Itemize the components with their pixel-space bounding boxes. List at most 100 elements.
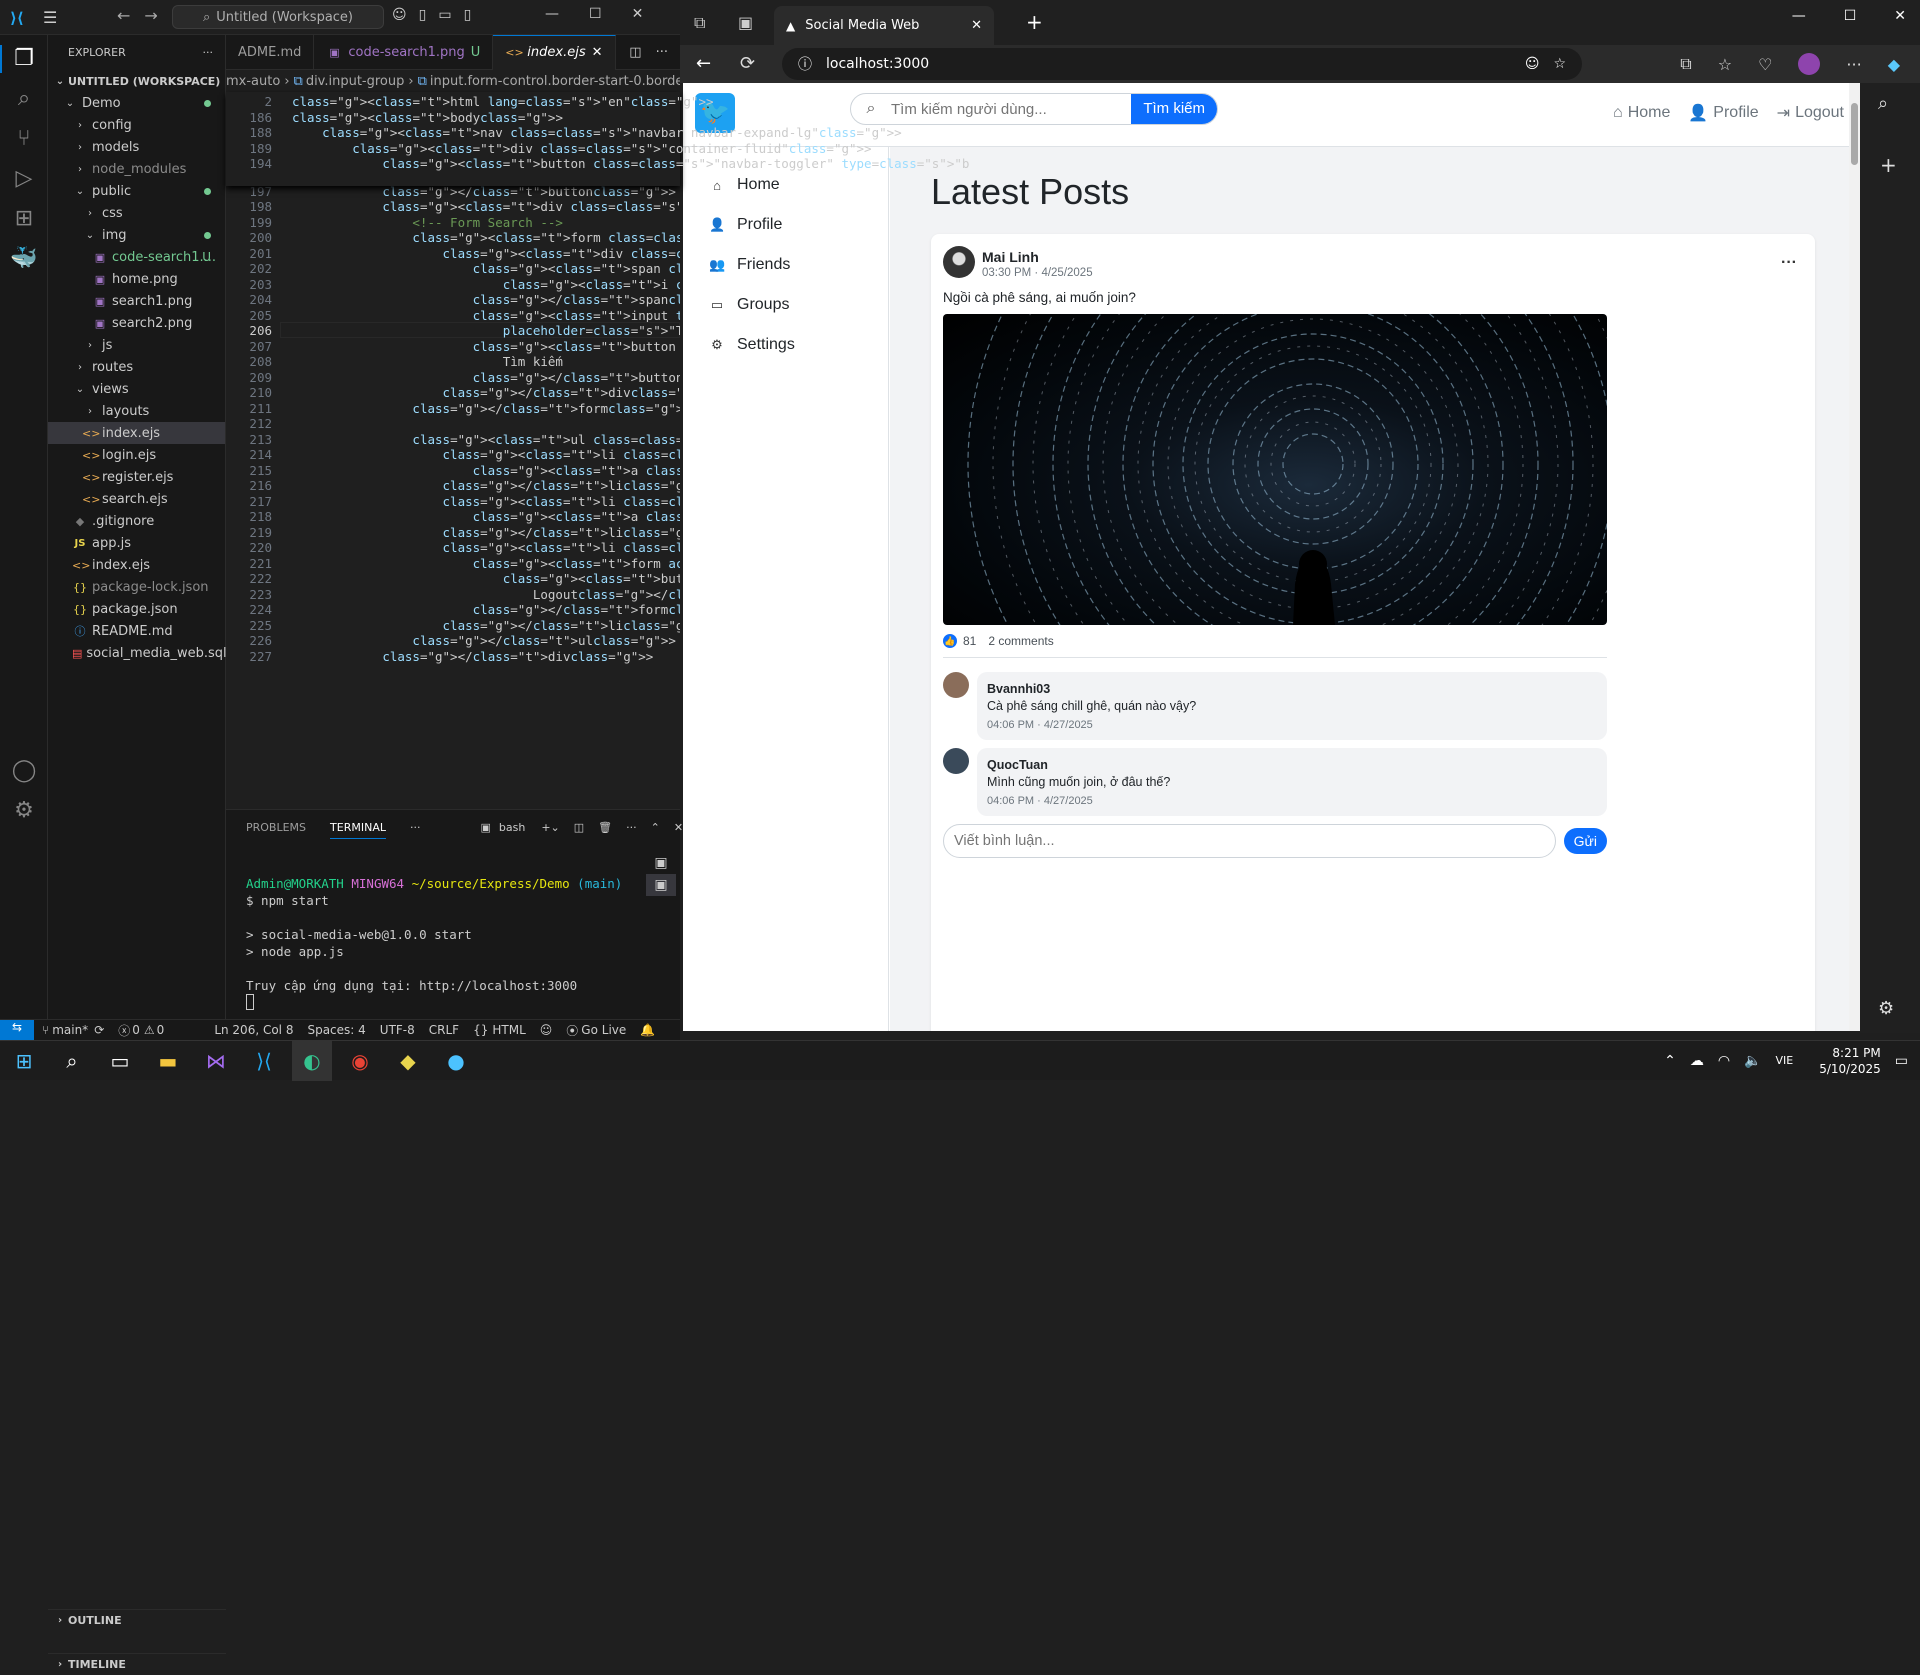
plus-icon[interactable]: +⌄: [541, 821, 559, 834]
docker-icon[interactable]: 🐳: [10, 245, 38, 273]
folder-item[interactable]: ⌄ img: [48, 224, 225, 246]
like-icon[interactable]: 👍: [943, 634, 957, 648]
close-icon[interactable]: ✕: [592, 45, 603, 60]
copilot-icon[interactable]: ☺: [540, 1023, 553, 1037]
maximize-icon[interactable]: ☐: [589, 6, 602, 22]
indentation[interactable]: Spaces: 4: [307, 1023, 365, 1037]
sidebar-item-profile[interactable]: 👤 Profile: [683, 205, 888, 245]
terminal-shell-label[interactable]: bash: [499, 821, 525, 834]
chevron-up-icon[interactable]: ⌃: [651, 821, 660, 834]
source-control-icon[interactable]: ⑂: [10, 125, 38, 153]
chevron-up-icon[interactable]: ⌃: [1664, 1053, 1676, 1069]
tab-terminal[interactable]: TERMINAL: [330, 821, 386, 839]
more-actions-icon[interactable]: ···: [410, 821, 421, 834]
file-item[interactable]: ▣ home.png: [48, 268, 225, 290]
comment-author[interactable]: QuocTuan: [987, 758, 1597, 772]
avatar[interactable]: [943, 246, 975, 278]
address-bar[interactable]: ⓘ localhost:3000 ☺ ☆: [782, 48, 1582, 80]
file-item[interactable]: <> search.ejs: [48, 488, 225, 510]
cursor-position[interactable]: Ln 206, Col 8: [214, 1023, 293, 1037]
file-item[interactable]: <> index.ejs: [48, 554, 225, 576]
file-item[interactable]: {} package-lock.json: [48, 576, 225, 598]
refresh-icon[interactable]: ⟳: [740, 53, 755, 74]
folder-item[interactable]: › css: [48, 202, 225, 224]
tab-problems[interactable]: PROBLEMS: [246, 821, 306, 834]
comment-author[interactable]: Bvannhi03: [987, 682, 1597, 696]
file-item[interactable]: ▤ social_media_web.sql: [48, 642, 227, 664]
branch-label[interactable]: main*: [52, 1023, 88, 1037]
outline-section[interactable]: › OUTLINE: [48, 1609, 226, 1631]
split-terminal-icon[interactable]: ◫: [574, 821, 584, 834]
file-item[interactable]: ▣ search1.png: [48, 290, 225, 312]
close-icon[interactable]: ✕: [632, 6, 644, 22]
split-editor-icon[interactable]: ◫: [629, 45, 641, 60]
file-item[interactable]: {} package.json: [48, 598, 225, 620]
sidebar-item-home[interactable]: ⌂ Home: [683, 165, 888, 205]
post-image[interactable]: [943, 314, 1607, 625]
extensions-icon[interactable]: ⧉: [1680, 54, 1691, 74]
command-center[interactable]: ⌕ Untitled (Workspace): [172, 5, 384, 29]
add-icon[interactable]: +: [1880, 153, 1897, 177]
visual-studio-icon[interactable]: ⋈: [196, 1041, 236, 1081]
vscode-icon[interactable]: ⟩⟨: [244, 1041, 284, 1081]
nav-profile-link[interactable]: 👤 Profile: [1688, 103, 1758, 123]
browser-tab[interactable]: ▲ Social Media Web ✕: [774, 6, 994, 45]
file-item[interactable]: ◆ .gitignore: [48, 510, 225, 532]
sidebar-item-settings[interactable]: ⚙ Settings: [683, 325, 888, 365]
copilot-icon[interactable]: ☺: [392, 7, 407, 23]
terminal-output[interactable]: Admin@MORKATH MINGW64 ~/source/Express/D…: [226, 845, 680, 1010]
file-item[interactable]: ⓘ README.md: [48, 620, 225, 642]
file-explorer-icon[interactable]: ▬: [148, 1041, 188, 1081]
page-scrollbar[interactable]: [1849, 83, 1860, 1031]
settings-gear-icon[interactable]: ⚙: [10, 797, 38, 825]
copilot-icon[interactable]: ◆: [1888, 55, 1900, 74]
timeline-section[interactable]: › TIMELINE: [48, 1653, 226, 1675]
back-arrow-icon[interactable]: ←: [696, 53, 711, 74]
close-icon[interactable]: ✕: [674, 821, 683, 834]
search-icon[interactable]: ⌕: [1878, 93, 1888, 114]
input-language[interactable]: VIE: [1776, 1054, 1794, 1067]
go-live-button[interactable]: Go Live: [581, 1023, 626, 1037]
edge-icon[interactable]: ◐: [292, 1040, 332, 1081]
warning-count[interactable]: 0: [157, 1023, 165, 1037]
tracking-icon[interactable]: ☺: [1525, 56, 1540, 72]
breadcrumb-item[interactable]: input.form-control.border-start-0.border…: [430, 74, 680, 89]
folder-item[interactable]: › config: [48, 114, 225, 136]
sidebar-item-groups[interactable]: ▭ Groups: [683, 285, 888, 325]
file-item[interactable]: JS app.js: [48, 532, 225, 554]
tab-index-ejs[interactable]: <> index.ejs ✕: [493, 34, 616, 70]
onedrive-icon[interactable]: ☁: [1690, 1053, 1704, 1069]
avatar[interactable]: [943, 748, 969, 774]
volume-icon[interactable]: 🔈: [1744, 1053, 1761, 1069]
file-item[interactable]: <> register.ejs: [48, 466, 225, 488]
folder-item[interactable]: ⌄ Demo: [48, 92, 225, 114]
tab-code-search1[interactable]: ▣ code-search1.png U: [314, 34, 494, 70]
workspaces-icon[interactable]: ⧉: [694, 13, 705, 33]
file-item[interactable]: ▣ code-search1.... U: [48, 246, 225, 268]
minimize-icon[interactable]: —: [1792, 8, 1806, 24]
wifi-icon[interactable]: ◠: [1718, 1053, 1730, 1069]
code-editor[interactable]: 196 class="g"><class="t">span class=clas…: [226, 92, 680, 809]
bell-icon[interactable]: 🔔: [640, 1023, 655, 1037]
logout-button[interactable]: ⇥ Logout: [1777, 103, 1844, 123]
folder-item[interactable]: ⌄ public: [48, 180, 225, 202]
profile-avatar[interactable]: [1798, 53, 1821, 75]
clock[interactable]: 8:21 PM 5/10/2025: [1819, 1045, 1881, 1077]
folder-item[interactable]: › models: [48, 136, 225, 158]
more-actions-icon[interactable]: ···: [1846, 55, 1861, 74]
encoding[interactable]: UTF-8: [380, 1023, 415, 1037]
maximize-icon[interactable]: ☐: [1844, 8, 1857, 24]
browser-essentials-icon[interactable]: ♡: [1758, 55, 1772, 74]
file-item[interactable]: <> login.ejs: [48, 444, 225, 466]
explorer-icon[interactable]: ❐: [0, 45, 46, 73]
remote-icon[interactable]: ⇆: [0, 1019, 34, 1041]
comment-count[interactable]: 2 comments: [988, 634, 1053, 648]
notification-icon[interactable]: ▭: [1895, 1053, 1908, 1069]
error-count[interactable]: 0: [132, 1023, 140, 1037]
trash-icon[interactable]: 🗑: [598, 821, 612, 834]
new-tab-icon[interactable]: +: [1026, 10, 1043, 34]
start-icon[interactable]: ⊞: [4, 1041, 44, 1081]
settings-gear-icon[interactable]: ⚙: [1878, 998, 1894, 1019]
send-comment-button[interactable]: Gửi: [1563, 828, 1607, 854]
workspace-header[interactable]: ⌄ UNTITLED (WORKSPACE): [48, 70, 225, 92]
